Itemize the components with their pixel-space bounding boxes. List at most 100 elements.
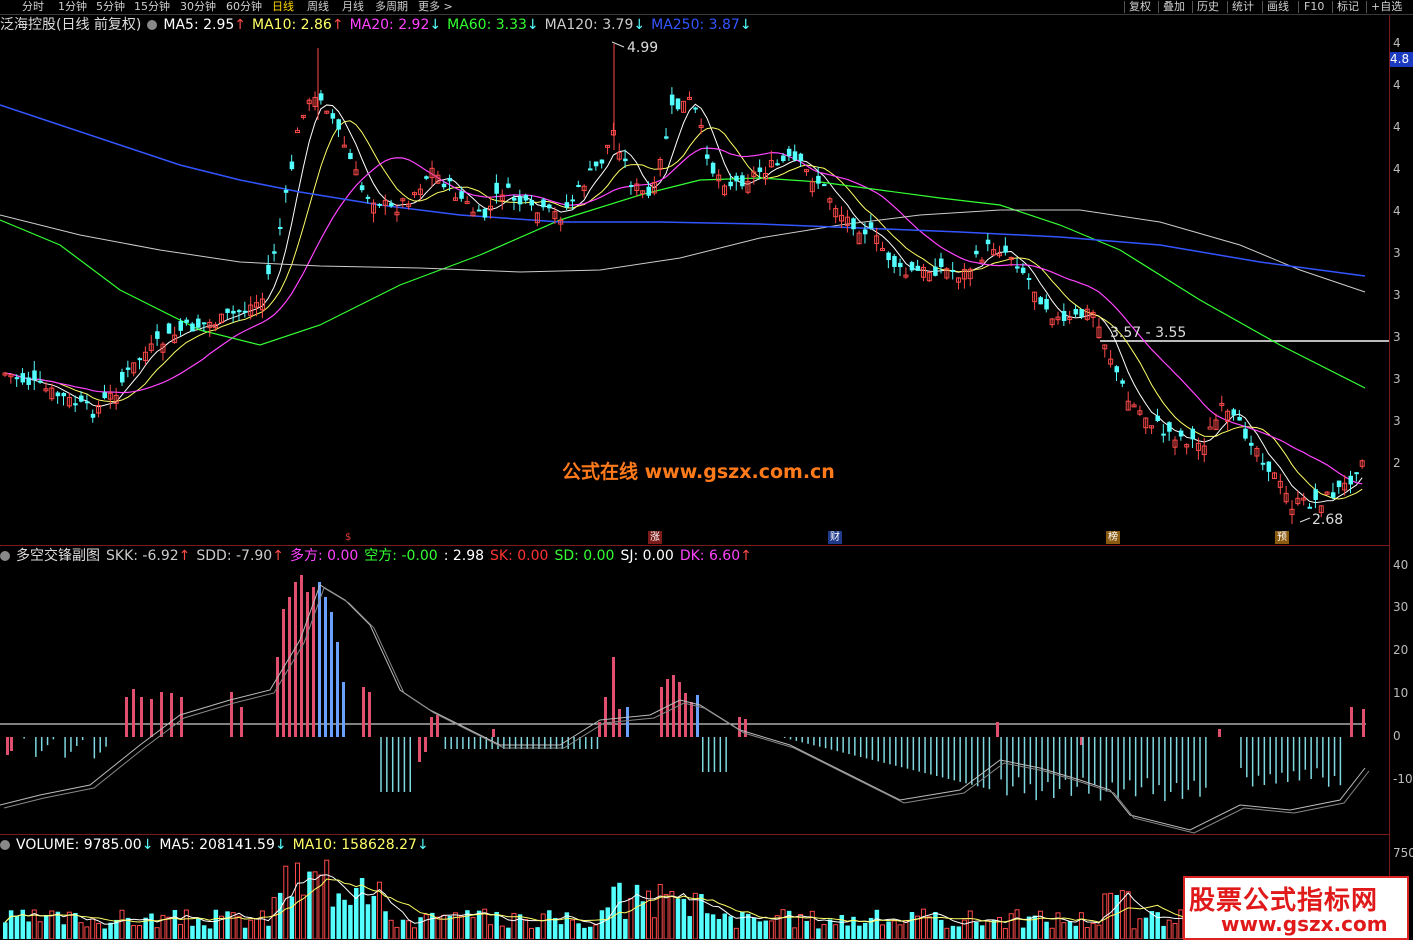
- sub-neg-bar: [918, 737, 920, 772]
- volume-bar: [166, 916, 172, 939]
- volume-bar: [716, 919, 722, 939]
- volume-bar: [529, 927, 534, 939]
- volume-bar: [1014, 909, 1020, 939]
- candle-body: [523, 194, 529, 201]
- candle-body: [757, 167, 763, 173]
- sub-neg-bar: [707, 737, 710, 772]
- candle-body: [570, 199, 575, 202]
- sub-neg-bar: [900, 737, 903, 768]
- volume-bar: [1114, 894, 1119, 939]
- sub-bar: [684, 693, 687, 737]
- sub-neg-bar: [1129, 737, 1131, 781]
- sub-neg-bar: [1310, 737, 1312, 779]
- stock-title[interactable]: 泛海控股(日线 前复权): [0, 17, 141, 33]
- volume-bar: [423, 914, 429, 939]
- volume-bar: [821, 924, 827, 939]
- sub-neg-bar: [1164, 737, 1166, 802]
- candle-body: [1120, 380, 1125, 384]
- volume-bar: [874, 909, 880, 939]
- sub-neg-bar: [1170, 737, 1172, 792]
- panel-divider-sub[interactable]: [0, 545, 1389, 546]
- sub-neg-bar: [947, 737, 950, 779]
- volume-bar: [809, 910, 815, 939]
- sub-axis-tick-3: 10: [1393, 686, 1409, 700]
- candle-body: [664, 136, 669, 139]
- event-marker-finance[interactable]: 财: [828, 531, 842, 544]
- volume-bar: [985, 920, 991, 939]
- volume-bar: [991, 919, 997, 939]
- legend-dropdown-icon[interactable]: [147, 20, 158, 30]
- sub-neg-bar: [590, 737, 593, 749]
- sub-bar: [660, 687, 663, 737]
- sub-dropdown-icon[interactable]: [0, 551, 10, 561]
- sub-value-arrow-1: ↑: [272, 548, 284, 564]
- candle-body: [728, 181, 733, 187]
- sub-neg-bar: [549, 737, 552, 749]
- price-axis-tick-6: 3: [1393, 288, 1401, 302]
- volume-bar: [599, 910, 605, 939]
- volume-dropdown-icon[interactable]: [0, 840, 10, 850]
- volume-bar: [786, 910, 792, 939]
- event-marker-dollar[interactable]: $: [343, 531, 353, 544]
- sub-bar: [132, 689, 135, 737]
- volume-bar: [862, 922, 868, 939]
- sub-neg-bar: [1099, 737, 1102, 801]
- sub-neg-bar: [871, 737, 874, 760]
- volume-bar: [394, 926, 400, 939]
- candle-body: [55, 392, 61, 397]
- volume-bar: [271, 897, 277, 939]
- volume-bar: [307, 871, 312, 939]
- event-marker-forecast[interactable]: 预: [1275, 531, 1289, 544]
- volume-bar: [880, 924, 885, 939]
- sub-bar: [170, 693, 173, 737]
- sub-neg-bar: [1000, 737, 1002, 780]
- sub-neg-bar: [456, 737, 458, 749]
- sub-neg-bar: [70, 737, 72, 752]
- ma-value-arrow-2: ↓: [429, 17, 442, 33]
- sub-neg-bar: [1322, 737, 1324, 778]
- sub-neg-bar: [40, 737, 43, 752]
- volume-bar: [3, 922, 8, 939]
- sub-neg-bar: [988, 737, 991, 790]
- volume-bar: [137, 925, 143, 939]
- event-marker-ranking[interactable]: 榜: [1106, 531, 1120, 544]
- volume-bar: [663, 894, 669, 939]
- ma-value-1: MA10: 2.86↑: [252, 17, 344, 33]
- ma250-line: [0, 104, 1366, 277]
- volume-bar: [588, 926, 593, 939]
- sub-bar: [436, 715, 439, 737]
- panel-divider-volume[interactable]: [0, 834, 1389, 835]
- candle-body: [178, 320, 183, 331]
- volume-bar: [277, 892, 283, 939]
- sub-bar: [612, 657, 615, 737]
- candle-body: [237, 310, 242, 313]
- volume-bar: [705, 913, 710, 939]
- right-price-axis[interactable]: [1389, 15, 1413, 939]
- volume-bar: [763, 920, 768, 939]
- volume-bar: [669, 890, 675, 939]
- sub-neg-bar: [801, 737, 803, 743]
- volume-bar: [886, 921, 891, 939]
- price-axis-tick-1: 4: [1393, 78, 1401, 92]
- sub-neg-bar: [1175, 737, 1178, 783]
- sub-neg-bar: [1316, 737, 1318, 769]
- price-axis-tick-9: 3: [1393, 414, 1401, 428]
- candle-body: [389, 203, 394, 207]
- sub-neg-bar: [895, 737, 897, 766]
- candle-body: [424, 176, 429, 179]
- sub-neg-bar: [1287, 737, 1289, 782]
- volume-bar: [523, 919, 529, 939]
- volume-bar: [160, 914, 166, 939]
- candle-body: [201, 322, 207, 325]
- sub-indicator-name[interactable]: 多空交锋副图: [16, 548, 100, 564]
- sub-bar: [690, 702, 693, 737]
- candle-body: [441, 183, 447, 188]
- sub-bar: [492, 729, 495, 737]
- volume-bar: [798, 914, 804, 939]
- volume-bar: [623, 918, 628, 939]
- sub-neg-bar: [520, 737, 523, 749]
- sub-neg-bar: [1105, 737, 1108, 792]
- sub-neg-bar: [585, 737, 587, 749]
- event-marker-limit-up[interactable]: 涨: [648, 531, 662, 544]
- volume-bar: [710, 914, 716, 939]
